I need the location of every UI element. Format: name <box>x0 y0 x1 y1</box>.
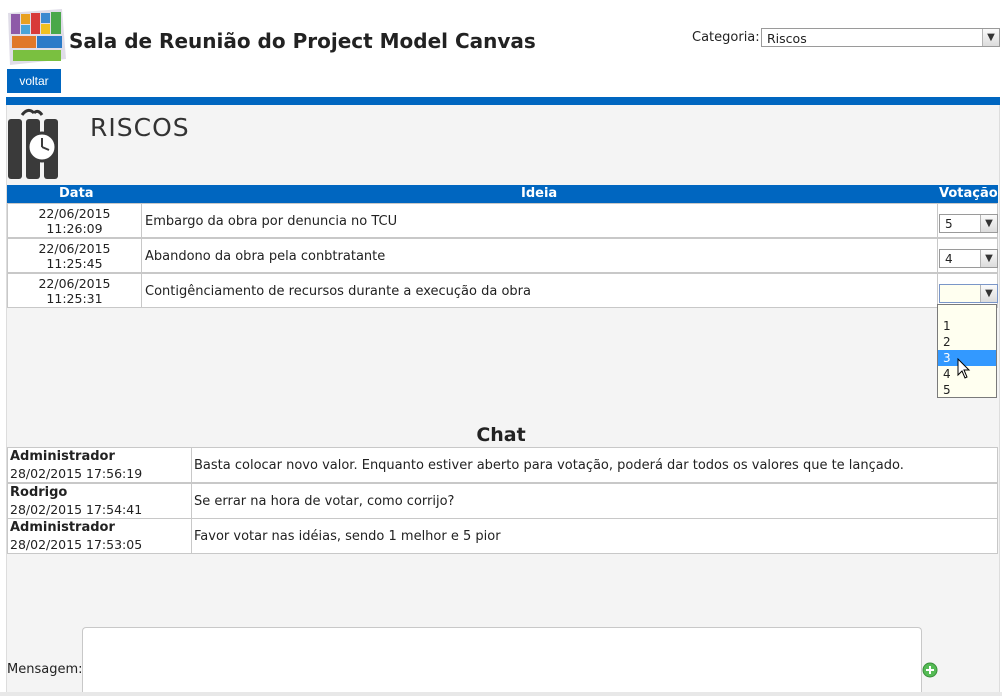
bottom-border <box>0 692 1002 696</box>
chevron-down-icon[interactable]: ▼ <box>980 215 997 232</box>
chat-user: Rodrigo <box>10 485 68 500</box>
chat-message-row: Administrador 28/02/2015 17:53:05 Favor … <box>7 518 998 554</box>
message-label: Mensagem: <box>7 662 83 677</box>
category-label: Categoria: <box>692 30 760 45</box>
plus-circle-icon[interactable] <box>922 662 938 678</box>
idea-date-day: 22/06/2015 <box>38 206 111 221</box>
idea-row: 22/06/2015 11:25:31 Contigênciamento de … <box>7 273 998 308</box>
idea-date-time: 11:25:45 <box>46 256 103 271</box>
ideas-table-header: Data Ideia Votação <box>7 185 998 203</box>
chat-text: Basta colocar novo valor. Enquanto estiv… <box>194 458 904 473</box>
mouse-pointer-icon <box>957 358 971 379</box>
chat-text: Favor votar nas idéias, sendo 1 melhor e… <box>194 529 501 544</box>
dynamite-clock-icon <box>8 108 58 179</box>
idea-date-time: 11:25:31 <box>46 291 103 306</box>
header-divider <box>6 97 1000 105</box>
chat-time: 28/02/2015 17:56:19 <box>10 466 143 481</box>
chat-message-row: Administrador 28/02/2015 17:56:19 Basta … <box>7 447 998 483</box>
chat-time: 28/02/2015 17:53:05 <box>10 537 143 552</box>
project-model-canvas-logo <box>8 9 66 65</box>
chat-meta: Administrador 28/02/2015 17:56:19 <box>8 448 192 482</box>
chevron-down-icon[interactable]: ▼ <box>980 250 997 267</box>
category-select-value: Riscos <box>767 31 807 46</box>
idea-date: 22/06/2015 11:25:31 <box>8 274 142 307</box>
chat-title: Chat <box>476 424 526 446</box>
chevron-down-icon[interactable]: ▼ <box>980 285 997 302</box>
chat-time: 28/02/2015 17:54:41 <box>10 502 143 517</box>
message-input[interactable] <box>82 627 922 696</box>
category-select[interactable]: Riscos ▼ <box>761 28 1000 47</box>
idea-date: 22/06/2015 11:25:45 <box>8 239 142 272</box>
idea-date-day: 22/06/2015 <box>38 241 111 256</box>
column-header-vote: Votação <box>939 186 998 201</box>
vote-select-value: 5 <box>945 217 953 231</box>
idea-date-time: 11:26:09 <box>46 221 103 236</box>
section-title: RISCOS <box>90 113 190 142</box>
back-button[interactable]: voltar <box>7 69 61 93</box>
vote-select[interactable]: 4 ▼ <box>939 249 998 268</box>
vote-option-1[interactable]: 1 <box>938 318 996 334</box>
chat-message-row: Rodrigo 28/02/2015 17:54:41 Se errar na … <box>7 483 998 519</box>
idea-text: Embargo da obra por denuncia no TCU <box>145 214 398 229</box>
idea-date-day: 22/06/2015 <box>38 276 111 291</box>
vote-option-2[interactable]: 2 <box>938 334 996 350</box>
vote-select-value: 4 <box>945 252 953 266</box>
column-header-date: Data <box>59 186 94 201</box>
chevron-down-icon[interactable]: ▼ <box>982 29 999 46</box>
vote-select-open[interactable]: ▼ <box>939 284 998 303</box>
idea-row: 22/06/2015 11:26:09 Embargo da obra por … <box>7 203 998 238</box>
idea-vote-cell: 5 ▼ <box>937 204 998 237</box>
idea-vote-cell: ▼ <box>937 274 998 307</box>
page-title: Sala de Reunião do Project Model Canvas <box>69 29 536 53</box>
top-bar: Sala de Reunião do Project Model Canvas … <box>0 0 1002 96</box>
chat-text: Se errar na hora de votar, como corrijo? <box>194 494 455 509</box>
vote-dropdown-list: 1 2 3 4 5 <box>937 304 997 398</box>
column-header-idea: Ideia <box>521 186 558 201</box>
chat-user: Administrador <box>10 520 115 535</box>
vote-select[interactable]: 5 ▼ <box>939 214 998 233</box>
vote-option-5[interactable]: 5 <box>938 382 996 398</box>
idea-date: 22/06/2015 11:26:09 <box>8 204 142 237</box>
idea-vote-cell: 4 ▼ <box>937 239 998 272</box>
chat-meta: Rodrigo 28/02/2015 17:54:41 <box>8 484 192 518</box>
idea-text: Abandono da obra pela conbtratante <box>145 249 386 264</box>
idea-row: 22/06/2015 11:25:45 Abandono da obra pel… <box>7 238 998 273</box>
chat-meta: Administrador 28/02/2015 17:53:05 <box>8 519 192 553</box>
idea-text: Contigênciamento de recursos durante a e… <box>145 284 531 299</box>
chat-user: Administrador <box>10 449 115 464</box>
